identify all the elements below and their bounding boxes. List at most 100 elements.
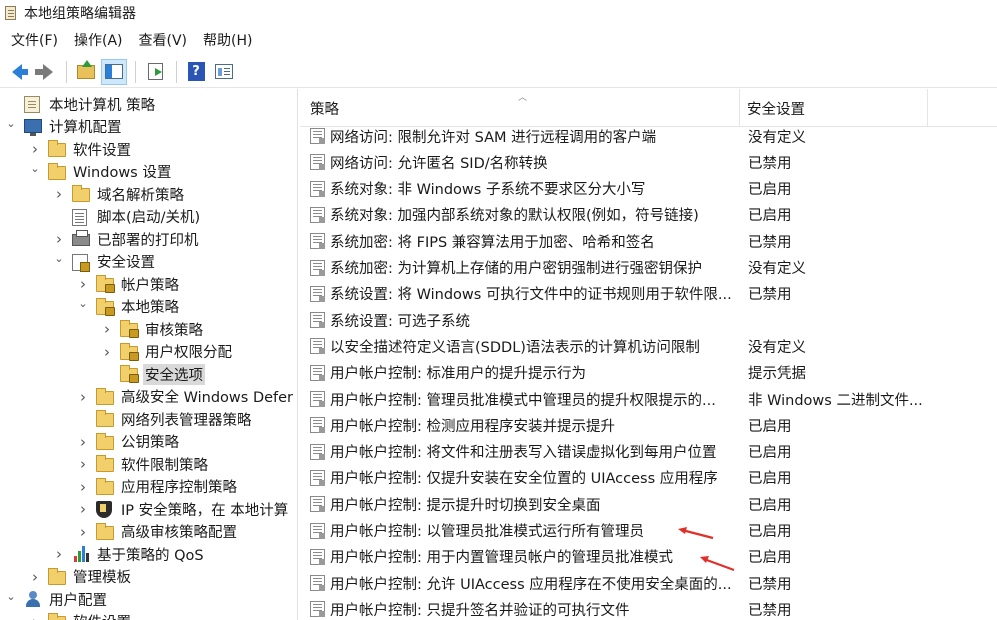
tree-item-label: 软件限制策略 bbox=[121, 457, 208, 474]
expand-chevron-icon[interactable]: › bbox=[100, 341, 114, 363]
policy-row[interactable]: 用户帐户控制: 只提升签名并验证的可执行文件 已禁用 bbox=[300, 596, 997, 620]
tree-item[interactable]: › 高级安全 Windows Defer bbox=[76, 386, 295, 408]
collapse-chevron-icon[interactable]: ⌄ bbox=[4, 113, 18, 135]
title-bar: 本地组策略编辑器 bbox=[0, 0, 997, 26]
policy-name: 系统加密: 将 FIPS 兼容算法用于加密、哈希和签名 bbox=[330, 234, 655, 251]
back-button[interactable] bbox=[4, 59, 30, 85]
policy-setting-icon bbox=[310, 496, 325, 513]
console-tree[interactable]: 本地计算机 策略 ⌄ 计算机配置 › 软件设置 ⌄ Windows 设置 › 域名解析策略 脚本(… bbox=[0, 89, 298, 620]
tree-item[interactable]: › 公钥策略 bbox=[76, 431, 181, 453]
policy-security-setting: 已禁用 bbox=[748, 602, 792, 619]
policy-row[interactable]: 网络访问: 限制允许对 SAM 进行远程调用的客户端 没有定义 bbox=[300, 123, 997, 149]
tree-item[interactable]: ›软件设置 bbox=[28, 611, 133, 620]
policy-row[interactable]: 用户帐户控制: 用于内置管理员帐户的管理员批准模式 已启用 bbox=[300, 544, 997, 570]
expand-chevron-icon[interactable]: › bbox=[28, 566, 42, 588]
policy-row[interactable]: 用户帐户控制: 检测应用程序安装并提示提升 已启用 bbox=[300, 412, 997, 438]
policy-row[interactable]: 用户帐户控制: 以管理员批准模式运行所有管理员 已启用 bbox=[300, 518, 997, 544]
tree-item[interactable]: 安全选项 bbox=[100, 363, 205, 385]
policy-row[interactable]: 系统设置: 将 Windows 可执行文件中的证书规则用于软件限... 已禁用 bbox=[300, 281, 997, 307]
menu-file[interactable]: 文件(F) bbox=[6, 30, 63, 50]
policy-row[interactable]: 系统设置: 可选子系统 bbox=[300, 307, 997, 333]
folder-icon bbox=[48, 567, 66, 585]
policy-row[interactable]: 用户帐户控制: 提示提升时切换到安全桌面 已启用 bbox=[300, 491, 997, 517]
up-folder-button[interactable] bbox=[73, 59, 99, 85]
collapse-chevron-icon[interactable]: ⌄ bbox=[4, 585, 18, 607]
policy-row[interactable]: 系统加密: 为计算机上存储的用户密钥强制进行强密钥保护 没有定义 bbox=[300, 255, 997, 281]
collapse-chevron-icon[interactable]: ⌄ bbox=[76, 293, 90, 315]
tree-item[interactable]: › 软件限制策略 bbox=[76, 453, 210, 475]
tree-item[interactable]: ⌄ 安全设置 bbox=[52, 251, 157, 273]
tree-item-label: 高级安全 Windows Defer bbox=[121, 390, 294, 406]
tree-item[interactable]: › 管理模板 bbox=[28, 566, 133, 588]
menu-action[interactable]: 操作(A) bbox=[69, 30, 128, 50]
policy-setting-icon bbox=[310, 154, 325, 171]
expand-chevron-icon[interactable]: › bbox=[76, 453, 90, 475]
export-list-button[interactable] bbox=[142, 59, 168, 85]
policy-name: 用户帐户控制: 以管理员批准模式运行所有管理员 bbox=[330, 524, 644, 540]
tree-item[interactable]: ⌄ 计算机配置 bbox=[4, 116, 124, 138]
tree-item-label: Windows 设置 bbox=[73, 165, 172, 181]
expand-chevron-icon[interactable]: › bbox=[76, 431, 90, 453]
menu-help[interactable]: 帮助(H) bbox=[198, 30, 257, 50]
policy-row[interactable]: 用户帐户控制: 将文件和注册表写入错误虚拟化到每用户位置 已启用 bbox=[300, 439, 997, 465]
tree-item[interactable]: › 已部署的打印机 bbox=[52, 228, 201, 250]
export-list-icon bbox=[147, 63, 163, 80]
policy-setting-icon bbox=[310, 548, 325, 565]
policy-row[interactable]: 用户帐户控制: 仅提升安装在安全位置的 UIAccess 应用程序 已启用 bbox=[300, 465, 997, 491]
tree-item[interactable]: ›软件设置 bbox=[28, 138, 133, 160]
policy-row[interactable]: 系统加密: 将 FIPS 兼容算法用于加密、哈希和签名 已禁用 bbox=[300, 228, 997, 254]
expand-chevron-icon[interactable]: › bbox=[76, 521, 90, 543]
tree-item[interactable]: ⌄ 用户配置 bbox=[4, 588, 109, 610]
expand-chevron-icon[interactable]: › bbox=[100, 318, 114, 340]
expand-chevron-icon[interactable]: › bbox=[76, 386, 90, 408]
tree-item[interactable]: ⌄ Windows 设置 bbox=[28, 161, 173, 183]
policy-row[interactable]: 网络访问: 允许匿名 SID/名称转换 已禁用 bbox=[300, 149, 997, 175]
folder-icon bbox=[48, 140, 66, 157]
tree-item[interactable]: › 域名解析策略 bbox=[52, 183, 186, 205]
tree-item[interactable]: › IP 安全策略，在 本地计算 bbox=[76, 498, 290, 520]
expand-chevron-icon[interactable]: › bbox=[52, 183, 66, 205]
tree-item[interactable]: ⌄ 本地策略 bbox=[76, 296, 181, 318]
tree-item[interactable]: › 用户权限分配 bbox=[100, 341, 234, 363]
tree-item[interactable]: › 高级审核策略配置 bbox=[76, 521, 239, 543]
expand-chevron-icon[interactable]: › bbox=[76, 476, 90, 498]
tree-item-label: 已部署的打印机 bbox=[97, 232, 199, 249]
policy-name: 用户帐户控制: 允许 UIAccess 应用程序在不使用安全桌面的... bbox=[330, 576, 732, 593]
folder-icon bbox=[96, 432, 114, 450]
tree-item[interactable]: 本地计算机 策略 bbox=[4, 93, 157, 115]
collapse-chevron-icon[interactable]: ⌄ bbox=[52, 248, 66, 270]
tree-item[interactable]: 网络列表管理器策略 bbox=[76, 408, 254, 430]
tree-item-label: 用户权限分配 bbox=[145, 345, 232, 361]
show-hide-tree-button[interactable] bbox=[101, 58, 127, 85]
view-button[interactable] bbox=[211, 59, 237, 85]
tree-item[interactable]: › 审核策略 bbox=[100, 318, 205, 340]
column-header-security-setting[interactable]: 安全设置 bbox=[740, 89, 928, 127]
menu-view[interactable]: 查看(V) bbox=[134, 30, 193, 50]
tree-item[interactable]: › 基于策略的 QoS bbox=[52, 543, 206, 565]
policy-setting-icon bbox=[310, 259, 325, 276]
policy-row[interactable]: 以安全描述符定义语言(SDDL)语法表示的计算机访问限制 没有定义 bbox=[300, 333, 997, 359]
policy-row[interactable]: 用户帐户控制: 标准用户的提升提示行为 提示凭据 bbox=[300, 360, 997, 386]
column-header-policy[interactable]: 策略 bbox=[300, 89, 740, 127]
policy-row[interactable]: 系统对象: 加强内部系统对象的默认权限(例如，符号链接) 已启用 bbox=[300, 202, 997, 228]
tree-item[interactable]: › 应用程序控制策略 bbox=[76, 476, 239, 498]
policy-row[interactable]: 系统对象: 非 Windows 子系统不要求区分大小写 已启用 bbox=[300, 176, 997, 202]
policy-name: 用户帐户控制: 提示提升时切换到安全桌面 bbox=[330, 497, 601, 514]
policy-name: 用户帐户控制: 标准用户的提升提示行为 bbox=[330, 366, 586, 383]
policy-name: 网络访问: 允许匿名 SID/名称转换 bbox=[330, 155, 548, 172]
policy-row[interactable]: 用户帐户控制: 管理员批准模式中管理员的提升权限提示的... 非 Windows … bbox=[300, 386, 997, 412]
forward-button[interactable] bbox=[32, 59, 58, 85]
policy-row[interactable]: 用户帐户控制: 允许 UIAccess 应用程序在不使用安全桌面的... 已禁用 bbox=[300, 570, 997, 596]
expand-chevron-icon[interactable]: › bbox=[52, 543, 66, 565]
tree-item[interactable]: › 帐户策略 bbox=[76, 273, 181, 295]
policy-security-setting: 已禁用 bbox=[748, 155, 792, 172]
expand-chevron-icon[interactable]: › bbox=[76, 498, 90, 520]
collapse-chevron-icon[interactable]: ⌄ bbox=[28, 158, 42, 180]
expand-chevron-icon[interactable]: › bbox=[28, 611, 42, 620]
tree-item[interactable]: 脚本(启动/关机) bbox=[52, 206, 202, 228]
help-button[interactable]: ? bbox=[183, 59, 209, 85]
policy-setting-icon bbox=[310, 364, 325, 381]
tree-item-label: 本地计算机 策略 bbox=[49, 97, 156, 114]
